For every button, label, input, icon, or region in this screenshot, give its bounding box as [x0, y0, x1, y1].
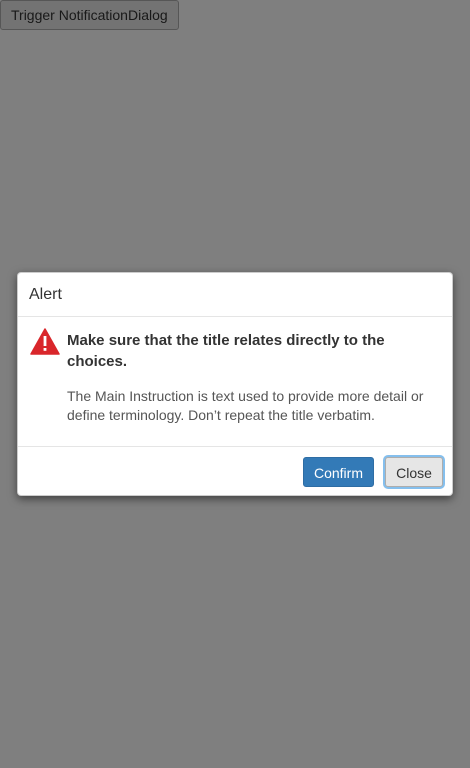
- close-button[interactable]: Close: [385, 457, 443, 487]
- main-instruction: Make sure that the title relates directl…: [67, 332, 385, 370]
- dialog-footer: Confirm Close: [18, 446, 452, 495]
- dialog-body: Make sure that the title relates directl…: [18, 317, 452, 446]
- warning-triangle-icon: [30, 328, 60, 355]
- dialog-title: Alert: [29, 285, 62, 303]
- confirm-button[interactable]: Confirm: [303, 457, 374, 487]
- alert-dialog: Alert Make sure that the title relates d…: [17, 272, 453, 496]
- dialog-header: Alert: [18, 273, 452, 317]
- dialog-content-text: The Main Instruction is text used to pro…: [67, 388, 424, 423]
